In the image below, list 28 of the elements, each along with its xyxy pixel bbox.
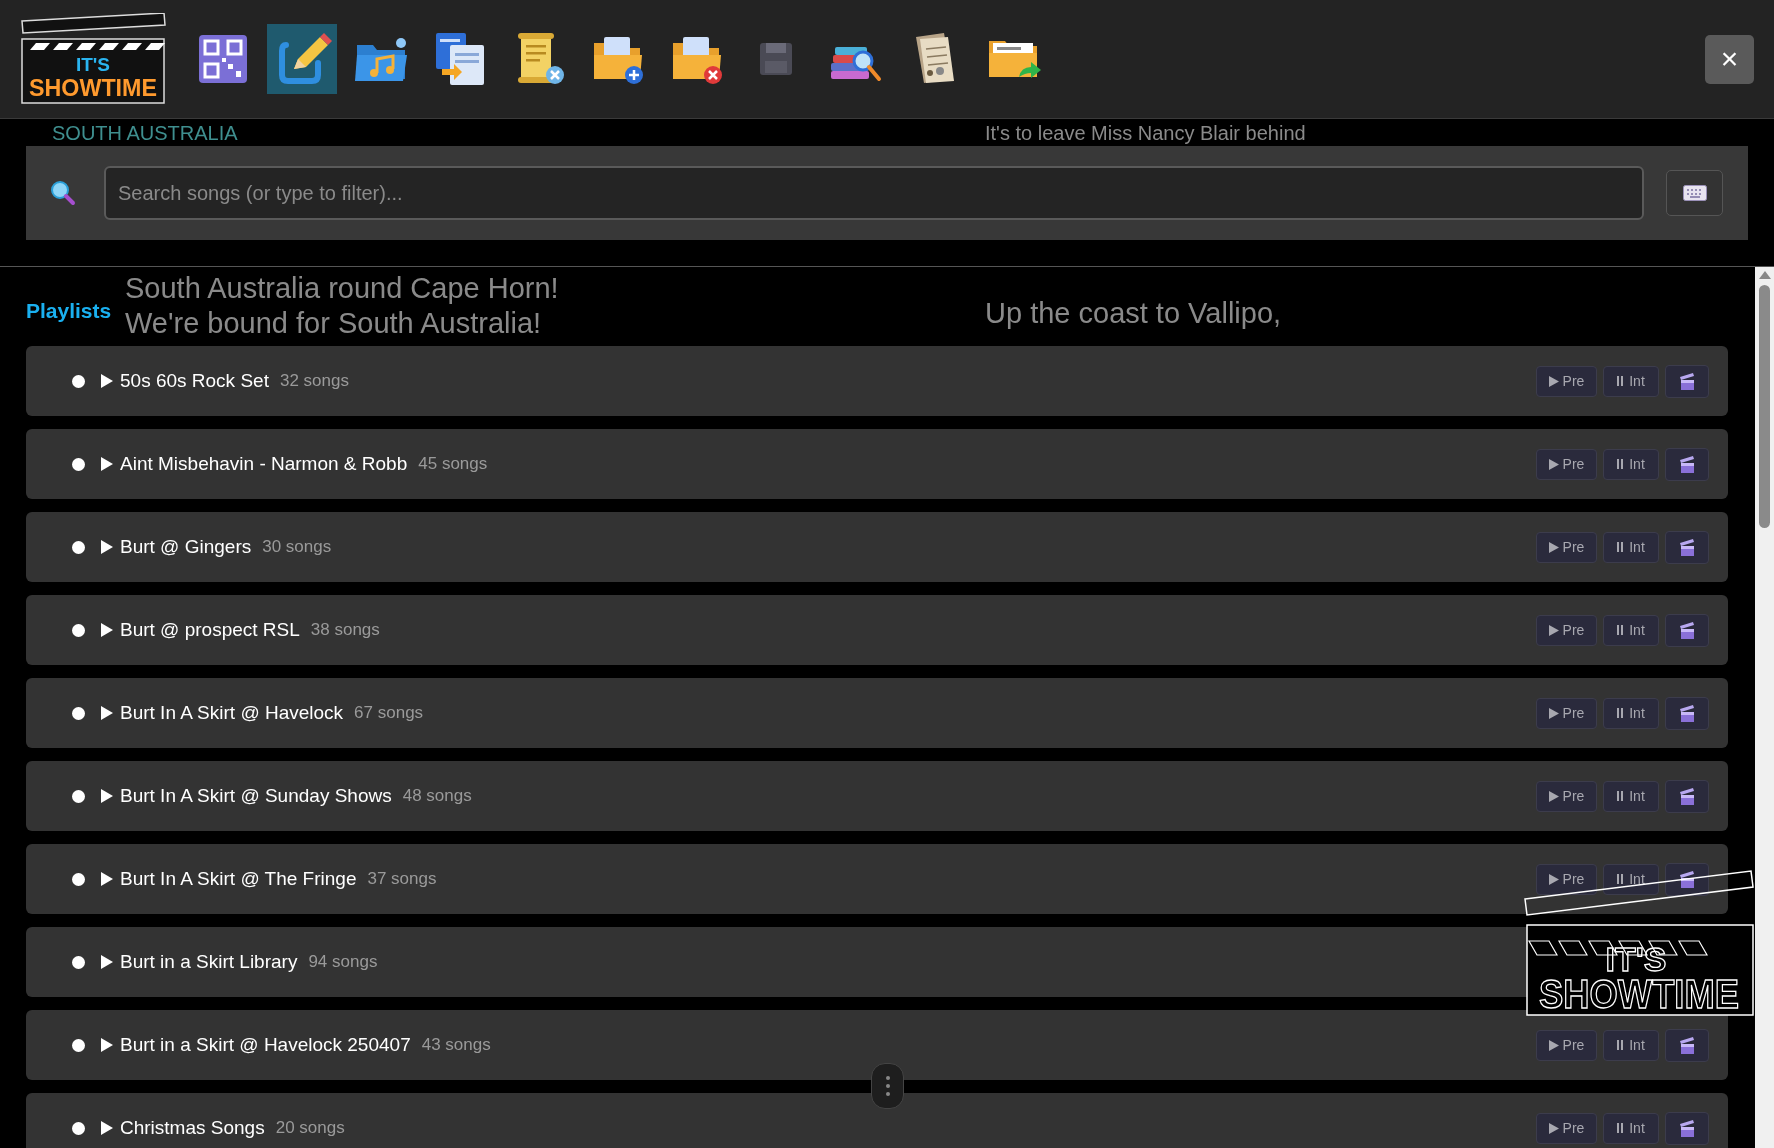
playlist-name: Burt in a Skirt Library bbox=[120, 949, 298, 974]
playlist-name: Aint Misbehavin - Narmon & Robb bbox=[120, 451, 408, 476]
logo-text: IT'S bbox=[75, 54, 111, 75]
lyric-line: We're bound for South Australia! bbox=[125, 306, 542, 340]
lyric-line: Up the coast to Vallipo, bbox=[985, 296, 1282, 330]
lyric-heading: SOUTH AUSTRALIA bbox=[52, 121, 238, 145]
song-count: 43 songs bbox=[421, 1034, 491, 1057]
song-count: 38 songs bbox=[310, 619, 380, 642]
song-count: 30 songs bbox=[262, 536, 332, 559]
playlist-name: Burt in a Skirt @ Havelock 250407 bbox=[120, 1032, 411, 1057]
section-title: Playlists bbox=[26, 298, 112, 322]
lyric-line: South Australia round Cape Horn! bbox=[125, 271, 559, 305]
song-count: 94 songs bbox=[308, 951, 378, 974]
logo-text: SHOWTIME bbox=[29, 74, 161, 101]
playlist-name: Christmas Songs bbox=[120, 1115, 265, 1140]
playlist-name: Burt @ Gingers bbox=[120, 534, 252, 559]
song-count: 67 songs bbox=[354, 702, 424, 725]
playlist-name: Burt In A Skirt @ Havelock bbox=[120, 700, 344, 725]
song-count: 48 songs bbox=[402, 785, 472, 808]
playlist-name: 50s 60s Rock Set bbox=[120, 368, 269, 393]
song-count: 45 songs bbox=[418, 453, 488, 476]
playlist-name: Burt In A Skirt @ The Fringe bbox=[120, 866, 357, 891]
lyric-line: It's to leave Miss Nancy Blair behind bbox=[985, 121, 1306, 145]
song-count: 32 songs bbox=[279, 370, 349, 393]
song-count: 20 songs bbox=[275, 1117, 345, 1140]
playlist-name: Burt In A Skirt @ Sunday Shows bbox=[120, 783, 392, 808]
song-count: 37 songs bbox=[367, 868, 437, 891]
playlist-name: Burt @ prospect RSL bbox=[120, 617, 300, 642]
